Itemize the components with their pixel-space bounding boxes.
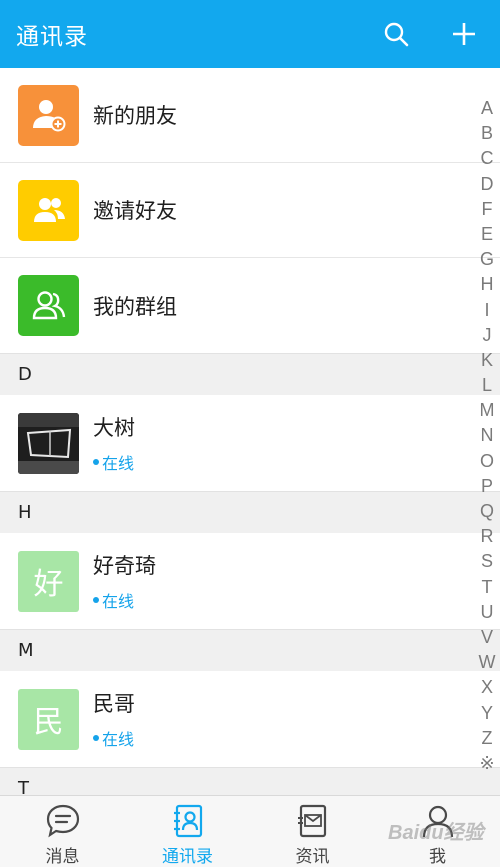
index-letter[interactable]: S [481,549,493,574]
online-dot-icon [93,597,99,603]
contact-row[interactable]: 大树 在线 [0,395,500,491]
tab-label: 资讯 [295,847,330,867]
section-header-d: D [0,353,500,395]
my-groups-entry[interactable]: 我的群组 [0,258,500,353]
new-friends-tile [18,84,79,146]
tab-contacts[interactable]: 通讯录 [125,796,250,867]
index-letter[interactable]: N [481,423,494,448]
my-groups-label: 我的群组 [93,294,177,319]
status-text: 在线 [102,730,135,749]
avatar: 民 [18,688,79,750]
index-letter[interactable]: J [483,323,492,348]
status-badge: 在线 [93,588,156,612]
invite-friends-tile [18,179,79,241]
avatar-photo-icon [18,412,79,474]
invite-friends-label: 邀请好友 [93,199,177,223]
status-badge: 在线 [93,726,135,750]
index-letter[interactable]: L [482,373,492,398]
section-header-m: M [0,629,500,671]
index-letter[interactable]: O [480,449,494,474]
tab-label: 消息 [45,847,80,867]
index-letter[interactable]: V [481,625,493,650]
tab-messages[interactable]: 消息 [0,796,125,867]
contacts-icon [173,804,202,838]
contacts-screen: 通讯录 新的朋友 邀请好友 我的群组 D 大树 在线 H 好 好奇琦 在线 M … [0,0,500,867]
index-letter[interactable]: ※ [479,751,494,776]
new-friends-entry[interactable]: 新的朋友 [0,68,500,163]
contact-row[interactable]: 民 民哥 在线 [0,671,500,767]
tab-label: 通讯录 [162,847,213,867]
index-letter[interactable]: B [481,121,493,146]
index-letter[interactable]: I [484,298,489,323]
section-header-h: H [0,491,500,533]
index-letter[interactable]: Y [481,701,493,726]
index-letter[interactable]: H [481,272,494,297]
index-letter[interactable]: P [481,474,493,499]
tab-me[interactable]: 我 [375,796,500,867]
my-groups-tile [18,275,79,336]
index-letter[interactable]: U [481,600,494,625]
new-friends-label: 新的朋友 [93,104,177,128]
index-letter[interactable]: F [482,197,493,222]
add-button[interactable] [444,14,484,54]
index-letter[interactable]: Q [480,499,494,524]
contact-name: 好奇琦 [93,554,156,578]
status-text: 在线 [102,592,135,611]
contact-row[interactable]: 好 好奇琦 在线 [0,533,500,629]
invite-friends-icon [33,198,65,222]
index-letter[interactable]: R [481,524,494,549]
invite-friends-entry[interactable]: 邀请好友 [0,163,500,258]
avatar: 好 [18,550,79,612]
index-letter[interactable]: W [479,650,496,675]
index-letter[interactable]: M [480,398,495,423]
news-icon [297,804,326,838]
index-letter[interactable]: D [481,172,494,197]
plus-icon [453,23,475,45]
bottom-nav: 消息 通讯录 资讯 我 [0,795,500,867]
group-icon [32,290,65,319]
index-letter[interactable]: G [480,247,494,272]
index-letter[interactable]: K [481,348,493,373]
profile-icon [422,805,453,838]
online-dot-icon [93,735,99,741]
contact-name: 民哥 [93,692,135,716]
index-letter[interactable]: E [481,222,493,247]
tab-news[interactable]: 资讯 [250,796,375,867]
search-icon [384,22,409,47]
tab-label: 我 [429,847,446,867]
index-letter[interactable]: A [481,96,493,121]
top-bar: 通讯录 [0,0,500,68]
search-button[interactable] [376,14,416,54]
add-contact-icon [32,100,65,132]
message-icon [46,804,79,838]
index-letter[interactable]: Z [482,726,493,751]
status-badge: 在线 [93,450,135,474]
page-title: 通讯录 [16,24,88,50]
section-header-t: T [0,767,500,795]
online-dot-icon [93,459,99,465]
index-letter[interactable]: C [481,146,494,171]
index-letter[interactable]: X [481,675,493,700]
status-text: 在线 [102,454,135,473]
alphabet-index[interactable]: A B C D F E G H I J K L M N O P Q R S T U V W X Y Z ※ [474,96,500,776]
index-letter[interactable]: T [482,575,493,600]
contact-list[interactable]: 新的朋友 邀请好友 我的群组 D 大树 在线 H 好 好奇琦 在线 M 民 民哥… [0,68,500,795]
avatar [18,412,79,474]
contact-name: 大树 [93,416,135,440]
